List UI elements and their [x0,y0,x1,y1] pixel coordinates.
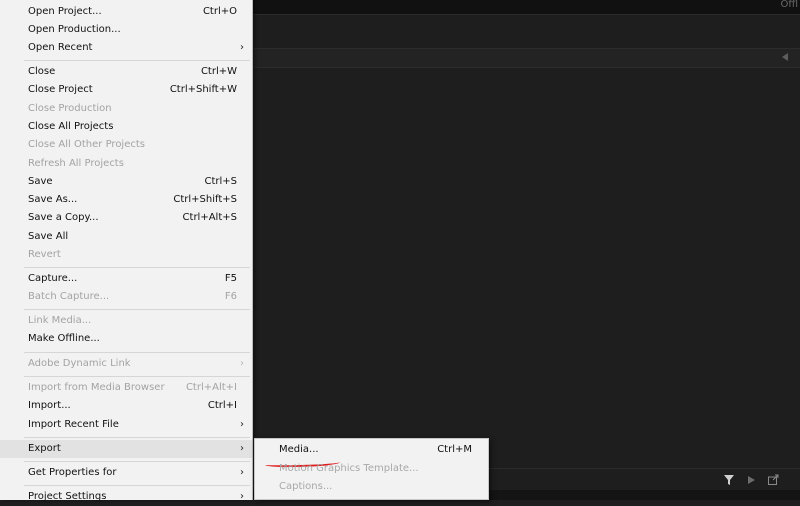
menu-item-close-project[interactable]: Close Project Ctrl+Shift+W [0,81,252,99]
menu-item-close[interactable]: Close Ctrl+W [0,63,252,81]
menu-item-label: Close [28,66,56,77]
menu-item-get-properties-for[interactable]: Get Properties for › [0,464,252,482]
menu-item-label: Open Project... [28,6,102,17]
chevron-right-icon: › [240,419,244,430]
menu-item-shortcut: Ctrl+Alt+I [185,382,237,393]
menu-item-project-settings[interactable]: Project Settings › [0,488,252,506]
menu-item-shortcut: Ctrl+I [207,400,237,411]
menu-item-save-a-copy[interactable]: Save a Copy... Ctrl+Alt+S [0,209,252,227]
menu-item-shortcut: Ctrl+W [200,66,237,77]
menu-item-export[interactable]: Export › [0,440,252,458]
menu-separator [24,376,250,377]
menu-separator [24,309,250,310]
menu-item-label: Close Production [28,103,112,114]
panel-collapse-icon[interactable] [782,53,788,61]
menu-item-refresh-all-projects: Refresh All Projects [0,155,252,173]
workspace-tab[interactable]: Offl [778,0,800,14]
menu-item-shortcut: Ctrl+O [202,6,237,17]
menu-item-label: Make Offline... [28,333,100,344]
menu-item-shortcut: Ctrl+Alt+S [182,212,237,223]
menu-item-close-production: Close Production [0,100,252,118]
menu-item-save[interactable]: Save Ctrl+S [0,173,252,191]
menu-item-close-all-projects[interactable]: Close All Projects [0,118,252,136]
menu-item-revert: Revert [0,246,252,264]
menu-item-link-media: Link Media... [0,312,252,330]
menu-item-shortcut: Ctrl+Shift+S [173,194,237,205]
menu-item-shortcut: Ctrl+Shift+W [169,84,237,95]
menu-item-open-production[interactable]: Open Production... [0,21,252,39]
menu-item-open-recent[interactable]: Open Recent › [0,39,252,57]
chevron-right-icon: › [240,467,244,478]
menu-item-import-from-media-browser: Import from Media Browser Ctrl+Alt+I [0,379,252,397]
file-menu: Open Project... Ctrl+O Open Production..… [0,0,253,502]
menu-item-label: Capture... [28,273,78,284]
menu-item-shortcut: F6 [224,291,237,302]
menu-item-import-recent-file[interactable]: Import Recent File › [0,416,252,434]
submenu-item-label: Captions... [279,481,333,492]
menu-separator [24,437,250,438]
menu-item-label: Revert [28,249,61,260]
menu-separator [24,267,250,268]
menu-separator [24,461,250,462]
menu-item-label: Close All Projects [28,121,114,132]
menu-separator [24,352,250,353]
chevron-right-icon: › [240,42,244,53]
menu-separator [24,60,250,61]
menu-item-save-all[interactable]: Save All [0,228,252,246]
menu-item-label: Save [28,176,53,187]
menu-item-label: Import... [28,400,71,411]
panel-header [254,48,800,68]
menu-item-label: Import Recent File [28,419,119,430]
submenu-item-motion-graphics-template: Motion Graphics Template... [255,460,488,478]
menu-item-make-offline[interactable]: Make Offline... [0,330,252,348]
menu-item-label: Adobe Dynamic Link [28,358,131,369]
menu-item-label: Close Project [28,84,93,95]
menu-item-label: Save All [28,231,69,242]
filter-icon[interactable] [722,474,736,486]
menu-item-label: Export [28,443,61,454]
panel-body [254,68,800,468]
submenu-item-captions: Captions... [255,478,488,496]
menu-item-shortcut: Ctrl+S [204,176,237,187]
export-submenu: Media... Ctrl+M Motion Graphics Template… [254,438,489,500]
menu-item-label: Refresh All Projects [28,158,124,169]
submenu-item-shortcut: Ctrl+M [437,444,472,455]
menu-item-batch-capture: Batch Capture... F6 [0,288,252,306]
menu-item-save-as[interactable]: Save As... Ctrl+Shift+S [0,191,252,209]
menu-item-close-all-other-projects: Close All Other Projects [0,136,252,154]
menu-item-open-project[interactable]: Open Project... Ctrl+O [0,3,252,21]
chevron-right-icon: › [240,358,244,369]
menu-item-shortcut: F5 [224,273,237,284]
submenu-item-label: Media... [279,444,319,455]
menu-item-label: Import from Media Browser [28,382,165,393]
menu-item-label: Close All Other Projects [28,139,145,150]
chevron-right-icon: › [240,491,244,502]
menu-item-label: Get Properties for [28,467,117,478]
chevron-right-icon: › [240,443,244,454]
menu-item-label: Link Media... [28,315,92,326]
menu-item-label: Batch Capture... [28,291,110,302]
submenu-item-media[interactable]: Media... Ctrl+M [255,441,488,459]
export-icon[interactable] [766,474,780,486]
menu-item-label: Save a Copy... [28,212,99,223]
menu-item-import[interactable]: Import... Ctrl+I [0,397,252,415]
menu-item-adobe-dynamic-link: Adobe Dynamic Link › [0,355,252,373]
menu-item-capture[interactable]: Capture... F5 [0,270,252,288]
menu-item-label: Open Production... [28,24,121,35]
menu-separator [24,485,250,486]
menu-item-label: Save As... [28,194,78,205]
play-icon[interactable] [744,474,758,486]
menu-item-label: Open Recent [28,42,93,53]
menu-item-label: Project Settings [28,491,107,502]
submenu-item-label: Motion Graphics Template... [279,463,419,474]
